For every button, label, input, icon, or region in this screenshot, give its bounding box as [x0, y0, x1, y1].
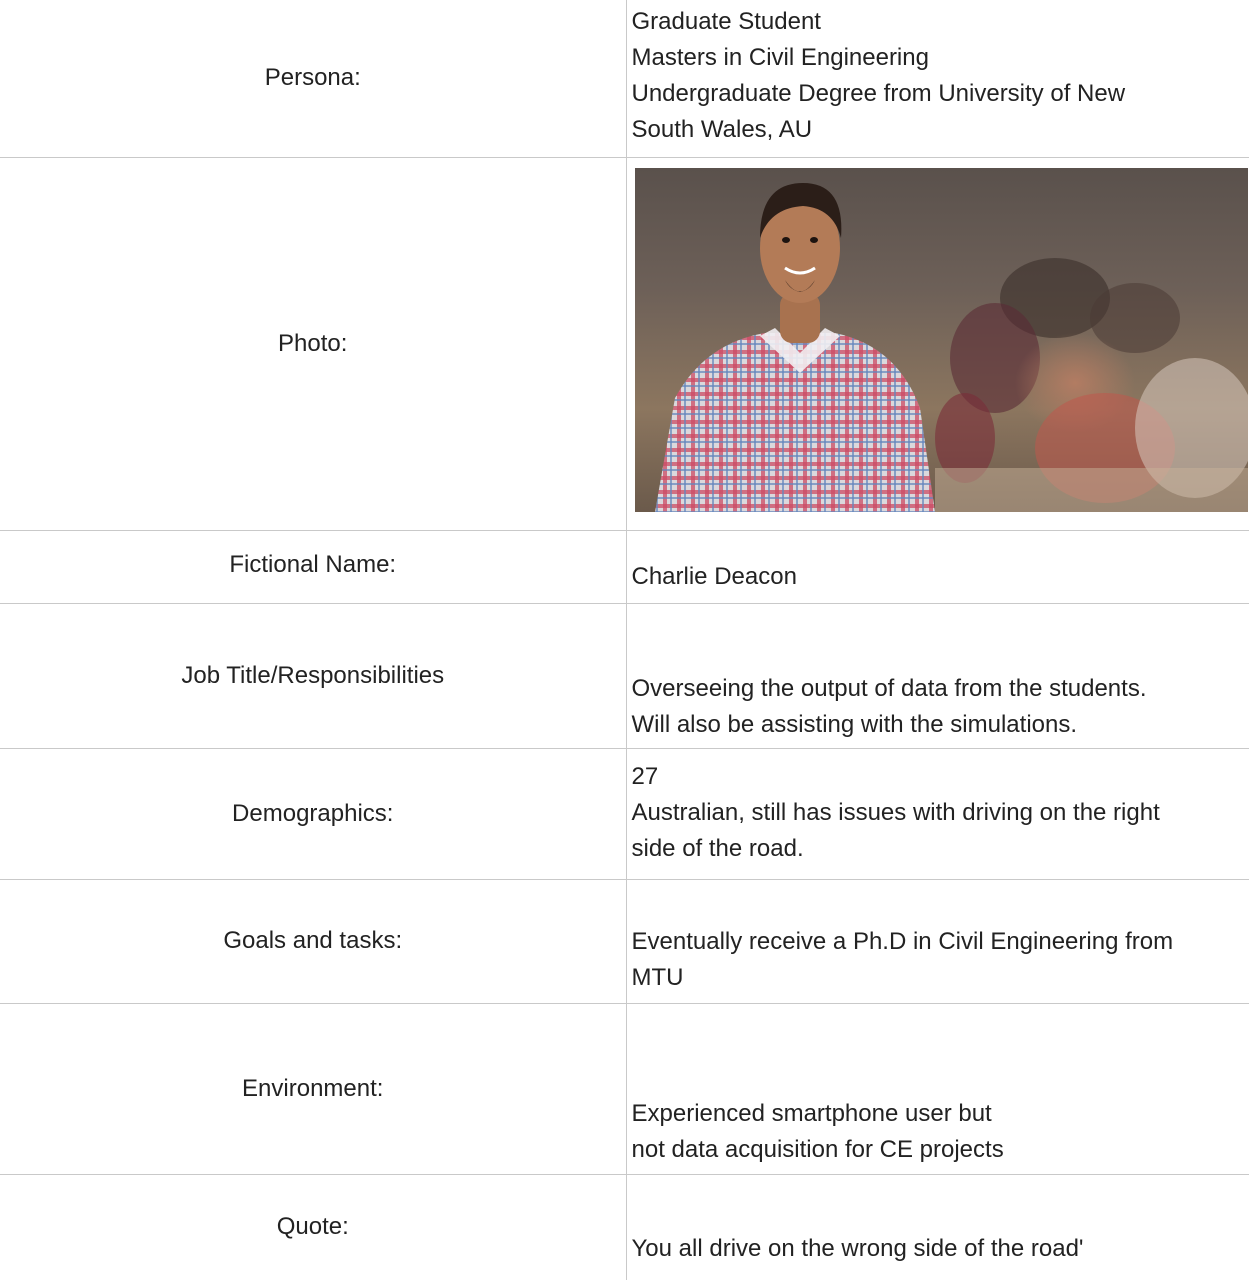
- label-persona: Persona:: [0, 0, 627, 158]
- value-job-title: Overseeing the output of data from the s…: [625, 602, 1249, 749]
- label-environment: Environment:: [0, 1002, 627, 1175]
- table-row-persona: Persona: Graduate Student Masters in Civ…: [0, 0, 1249, 158]
- table-row-demographics: Demographics: 27 Australian, still has i…: [0, 747, 1249, 880]
- goals-line-1: Eventually receive a Ph.D in Civil Engin…: [631, 927, 1174, 955]
- table-row-quote: Quote: You all drive on the wrong side o…: [0, 1173, 1249, 1280]
- persona-line-1: Graduate Student: [631, 8, 821, 35]
- job-line-1: Overseeing the output of data from the s…: [631, 674, 1147, 702]
- persona-line-4: South Wales, AU: [631, 116, 813, 143]
- value-persona: Graduate Student Masters in Civil Engine…: [625, 0, 1249, 158]
- demographics-line-1: 27: [631, 762, 659, 790]
- table-row-fictional-name: Fictional Name: Charlie Deacon: [0, 529, 1249, 604]
- label-photo: Photo:: [0, 156, 627, 531]
- environment-line-2: not data acquisition for CE projects: [631, 1135, 1004, 1163]
- persona-line-3: Undergraduate Degree from University of …: [631, 80, 1126, 107]
- goals-line-2: MTU: [631, 963, 684, 991]
- table-row-goals: Goals and tasks: Eventually receive a Ph…: [0, 878, 1249, 1004]
- value-fictional-name: Charlie Deacon: [625, 529, 1249, 604]
- value-environment: Experienced smartphone user but not data…: [625, 1002, 1249, 1175]
- person-photo: [634, 167, 1248, 512]
- label-fictional-name: Fictional Name:: [0, 529, 627, 604]
- label-quote: Quote:: [0, 1173, 627, 1280]
- quote-line-1: You all drive on the wrong side of the r…: [631, 1234, 1084, 1262]
- value-quote: You all drive on the wrong side of the r…: [625, 1173, 1249, 1280]
- label-job-title: Job Title/Responsibilities: [0, 602, 627, 749]
- demographics-line-2: Australian, still has issues with drivin…: [631, 798, 1160, 826]
- value-demographics: 27 Australian, still has issues with dri…: [625, 747, 1249, 880]
- person-photo-icon: [634, 167, 1248, 512]
- value-photo: [625, 156, 1249, 531]
- environment-line-1: Experienced smartphone user but: [631, 1099, 992, 1127]
- label-demographics: Demographics:: [0, 747, 627, 880]
- table-row-job-title: Job Title/Responsibilities Overseeing th…: [0, 602, 1249, 749]
- table-row-photo: Photo:: [0, 156, 1249, 531]
- persona-line-2: Masters in Civil Engineering: [631, 44, 929, 71]
- value-goals: Eventually receive a Ph.D in Civil Engin…: [625, 878, 1249, 1004]
- fictional-name-value: Charlie Deacon: [631, 562, 797, 590]
- label-goals: Goals and tasks:: [0, 878, 627, 1004]
- persona-table: Persona: Graduate Student Masters in Civ…: [0, 0, 1249, 1280]
- table-row-environment: Environment: Experienced smartphone user…: [0, 1002, 1249, 1175]
- job-line-2: Will also be assisting with the simulati…: [631, 710, 1078, 738]
- demographics-line-3: side of the road.: [631, 834, 804, 862]
